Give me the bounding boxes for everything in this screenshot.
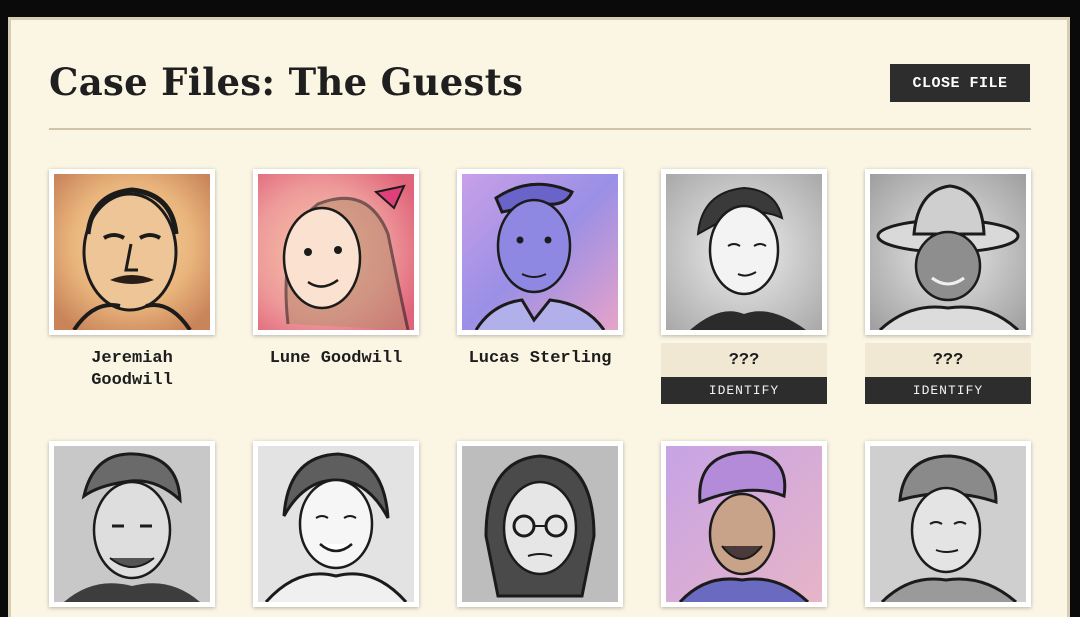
scruffy-man-portrait-image [54, 446, 210, 602]
guest-card[interactable] [253, 441, 419, 607]
young-man-portrait-image [462, 174, 618, 330]
smiling-woman-portrait-image [258, 446, 414, 602]
guest-card[interactable] [661, 441, 827, 607]
guest-portrait[interactable] [661, 441, 827, 607]
guest-card[interactable] [865, 441, 1031, 607]
guest-portrait[interactable] [253, 169, 419, 335]
close-file-button[interactable]: CLOSE FILE [890, 64, 1030, 102]
woman-with-cap-portrait-image [666, 174, 822, 330]
guest-portrait[interactable] [865, 169, 1031, 335]
guest-portrait[interactable] [49, 441, 215, 607]
guest-portrait[interactable] [457, 441, 623, 607]
identify-button[interactable]: IDENTIFY [661, 377, 827, 404]
guest-card[interactable]: ??? IDENTIFY [661, 169, 827, 404]
guest-name: Jeremiah Goodwill [91, 349, 173, 390]
guest-name: Lucas Sterling [468, 349, 612, 368]
guest-card[interactable]: Lucas Sterling [457, 169, 623, 370]
guest-portrait[interactable] [49, 169, 215, 335]
guest-card[interactable] [457, 441, 623, 607]
woman-with-glasses-portrait-image [462, 446, 618, 602]
guest-card[interactable] [49, 441, 215, 607]
identify-button[interactable]: IDENTIFY [865, 377, 1031, 404]
man-with-turban-portrait-image [666, 446, 822, 602]
man-with-hat-portrait-image [870, 174, 1026, 330]
guest-card[interactable]: Lune Goodwill [253, 169, 419, 370]
boy-with-cap-portrait-image [870, 446, 1026, 602]
guest-portrait[interactable] [457, 169, 623, 335]
unknown-name-box: ??? [661, 343, 827, 377]
guest-portrait[interactable] [253, 441, 419, 607]
guest-portrait[interactable] [661, 169, 827, 335]
guest-card[interactable]: Jeremiah Goodwill [49, 169, 215, 392]
page-title: Case Files: The Guests [49, 60, 524, 104]
guest-name: Lune Goodwill [269, 349, 403, 368]
guest-portrait[interactable] [865, 441, 1031, 607]
girl-with-bow-portrait-image [258, 174, 414, 330]
header-divider [49, 128, 1031, 130]
case-files-panel: Case Files: The Guests CLOSE FILE Jeremi… [8, 17, 1070, 617]
bald-man-portrait-image [54, 174, 210, 330]
unknown-name-box: ??? [865, 343, 1031, 377]
guest-card[interactable]: ??? IDENTIFY [865, 169, 1031, 404]
